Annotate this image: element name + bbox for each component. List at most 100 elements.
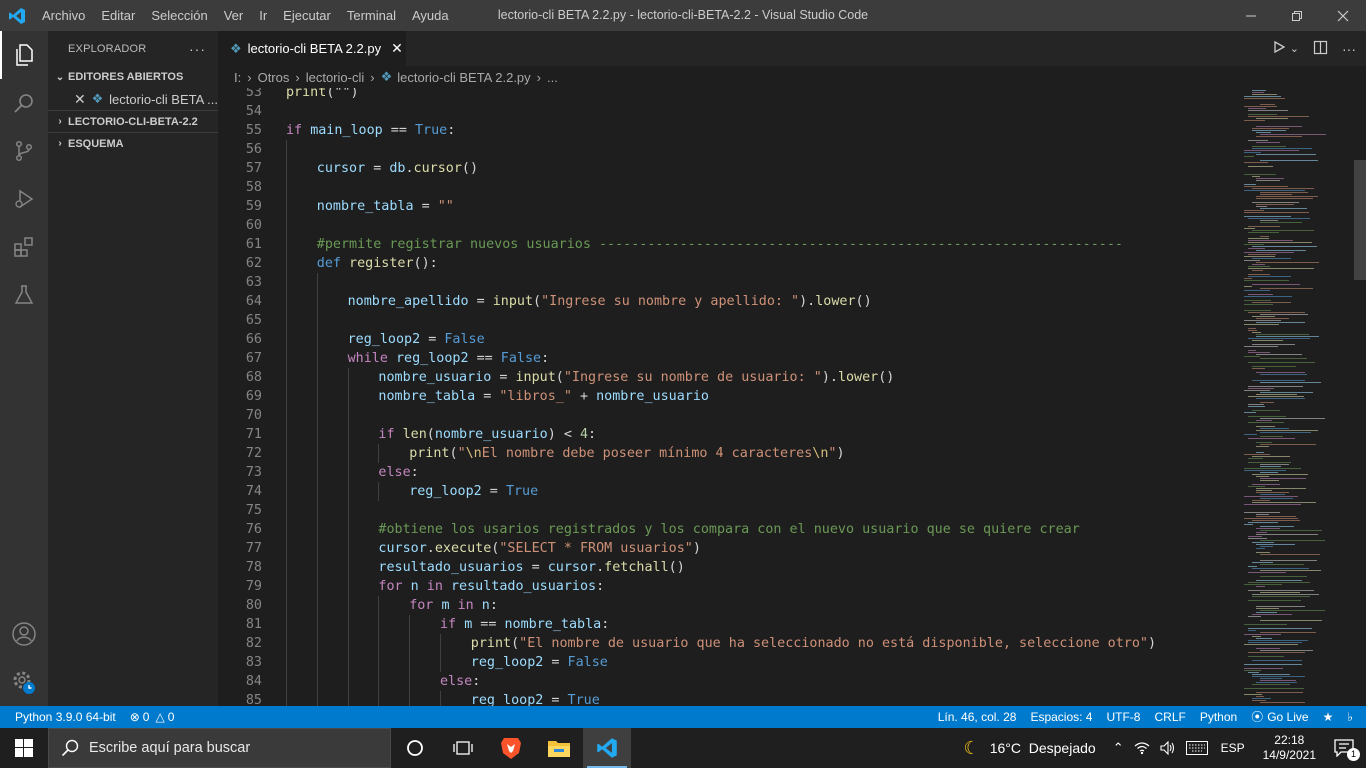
outline-section[interactable]: › ESQUEMA	[48, 132, 218, 154]
breadcrumb-item[interactable]: Otros	[258, 70, 290, 85]
search-icon[interactable]	[0, 79, 48, 127]
code-line[interactable]: 69 nombre_tabla = "libros_" + nombre_usua…	[218, 387, 1230, 406]
code-line[interactable]: 57 cursor = db.cursor()	[218, 159, 1230, 178]
code-line[interactable]: 72 print("\nEl nombre debe poseer mínimo …	[218, 444, 1230, 463]
extensions-icon[interactable]	[0, 223, 48, 271]
volume-icon[interactable]	[1155, 741, 1181, 755]
code-line[interactable]: 75	[218, 501, 1230, 520]
menu-archivo[interactable]: Archivo	[34, 0, 93, 31]
code-line[interactable]: 66 reg_loop2 = False	[218, 330, 1230, 349]
code-line[interactable]: 74 reg_loop2 = True	[218, 482, 1230, 501]
code-line[interactable]: 58	[218, 178, 1230, 197]
problems-indicator[interactable]: ⊗ 0 △ 0	[123, 706, 182, 728]
minimap-scrollbar[interactable]	[1354, 160, 1366, 280]
task-view-icon[interactable]	[439, 728, 487, 768]
code-line[interactable]: 84 else:	[218, 672, 1230, 691]
weather-moon-icon[interactable]: ☾	[959, 738, 985, 759]
code-line[interactable]: 85 reg_loop2 = True	[218, 691, 1230, 706]
indentation[interactable]: Espacios: 4	[1023, 706, 1099, 728]
breadcrumb-item[interactable]: I:	[234, 70, 241, 85]
notifications-bell-icon[interactable]: ♭	[1340, 706, 1360, 728]
vscode-taskbar-icon[interactable]	[583, 728, 631, 768]
open-editor-item[interactable]: ✕ ❖ lectorio-cli BETA ...	[48, 88, 218, 110]
code-line[interactable]: 67 while reg_loop2 == False:	[218, 349, 1230, 368]
brave-browser-icon[interactable]	[487, 728, 535, 768]
minimize-button[interactable]	[1228, 0, 1274, 31]
code-line[interactable]: 73 else:	[218, 463, 1230, 482]
source-control-icon[interactable]	[0, 127, 48, 175]
tab-lectorio-cli[interactable]: ❖ lectorio-cli BETA 2.2.py ✕	[218, 31, 406, 66]
more-actions-icon[interactable]: ···	[1342, 41, 1356, 57]
keyboard-icon[interactable]	[1181, 741, 1213, 755]
code-line[interactable]: 64 nombre_apellido = input("Ingrese su no…	[218, 292, 1230, 311]
code-text: if m == nombre_tabla:	[440, 617, 610, 632]
breadcrumb-item[interactable]: lectorio-cli	[306, 70, 365, 85]
line-number: 59	[245, 199, 262, 214]
go-live-button[interactable]: ⦿ Go Live	[1244, 706, 1315, 728]
menu-seleccion[interactable]: Selección	[143, 0, 215, 31]
menu-terminal[interactable]: Terminal	[339, 0, 404, 31]
close-tab-icon[interactable]: ✕	[391, 40, 403, 57]
code-line[interactable]: 78 resultado_usuarios = cursor.fetchall()	[218, 558, 1230, 577]
code-line[interactable]: 79 for n in resultado_usuarios:	[218, 577, 1230, 596]
code-line[interactable]: 56	[218, 140, 1230, 159]
close-icon[interactable]: ✕	[74, 91, 92, 108]
breadcrumb-item[interactable]: ...	[547, 70, 558, 85]
code-line[interactable]: 62 def register():	[218, 254, 1230, 273]
more-actions-icon[interactable]: ···	[189, 41, 206, 57]
menu-ver[interactable]: Ver	[216, 0, 252, 31]
python-interpreter[interactable]: Python 3.9.0 64-bit	[0, 706, 123, 728]
explorer-icon[interactable]	[0, 31, 48, 79]
split-editor-icon[interactable]	[1313, 40, 1328, 58]
code-line[interactable]: 76 #obtiene los usarios registrados y los…	[218, 520, 1230, 539]
open-editors-section[interactable]: ⌄ EDITORES ABIERTOS	[48, 66, 218, 88]
manage-gear-icon[interactable]	[0, 658, 48, 706]
menu-editar[interactable]: Editar	[93, 0, 143, 31]
code-line[interactable]: 53 print("")	[218, 88, 1230, 102]
chevron-down-icon[interactable]: ⌄	[1290, 42, 1299, 55]
windows-start-icon[interactable]	[0, 728, 48, 768]
account-icon[interactable]	[0, 610, 48, 658]
code-line[interactable]: 68 nombre_usuario = input("Ingrese su nom…	[218, 368, 1230, 387]
code-line[interactable]: 59 nombre_tabla = ""	[218, 197, 1230, 216]
testing-flask-icon[interactable]	[0, 271, 48, 319]
code-line[interactable]: 80 for m in n:	[218, 596, 1230, 615]
menu-ayuda[interactable]: Ayuda	[404, 0, 457, 31]
project-section[interactable]: › LECTORIO-CLI-BETA-2.2	[48, 110, 218, 132]
code-line[interactable]: 81 if m == nombre_tabla:	[218, 615, 1230, 634]
minimap[interactable]	[1230, 88, 1366, 706]
code-line[interactable]: 61 #permite registrar nuevos usuarios ---…	[218, 235, 1230, 254]
code-editor[interactable]: 53 print("") 54 55 if main_loop == True: 56 57…	[218, 88, 1230, 706]
menu-ir[interactable]: Ir	[251, 0, 275, 31]
restore-button[interactable]	[1274, 0, 1320, 31]
clock[interactable]: 22:18 14/9/2021	[1253, 733, 1326, 763]
close-window-button[interactable]	[1320, 0, 1366, 31]
code-line[interactable]: 55 if main_loop == True:	[218, 121, 1230, 140]
run-debug-icon[interactable]	[0, 175, 48, 223]
language-mode[interactable]: Python	[1193, 706, 1244, 728]
breadcrumb-item[interactable]: lectorio-cli BETA 2.2.py	[397, 70, 530, 85]
task-view-circle-icon[interactable]	[391, 728, 439, 768]
taskbar-search[interactable]: Escribe aquí para buscar	[48, 728, 391, 768]
code-line[interactable]: 83 reg_loop2 = False	[218, 653, 1230, 672]
code-line[interactable]: 70	[218, 406, 1230, 425]
run-python-file-icon[interactable]	[1272, 40, 1286, 57]
input-language[interactable]: ESP	[1213, 741, 1253, 755]
code-line[interactable]: 71 if len(nombre_usuario) < 4:	[218, 425, 1230, 444]
end-of-line[interactable]: CRLF	[1147, 706, 1192, 728]
action-center-icon[interactable]: 1	[1326, 739, 1366, 761]
encoding[interactable]: UTF-8	[1099, 706, 1147, 728]
cursor-position[interactable]: Lín. 46, col. 28	[931, 706, 1024, 728]
show-hidden-icons-chevron-icon[interactable]: ⌃	[1108, 740, 1129, 756]
code-line[interactable]: 82 print("El nombre de usuario que ha sel…	[218, 634, 1230, 653]
code-line[interactable]: 54	[218, 102, 1230, 121]
weather-text[interactable]: 16°C Despejado	[985, 740, 1108, 756]
code-line[interactable]: 63	[218, 273, 1230, 292]
network-wifi-icon[interactable]	[1129, 741, 1155, 755]
file-explorer-icon[interactable]	[535, 728, 583, 768]
feedback-icon[interactable]: ★	[1316, 706, 1341, 728]
code-line[interactable]: 77 cursor.execute("SELECT * FROM usuarios…	[218, 539, 1230, 558]
code-line[interactable]: 65	[218, 311, 1230, 330]
menu-ejecutar[interactable]: Ejecutar	[275, 0, 339, 31]
code-line[interactable]: 60	[218, 216, 1230, 235]
